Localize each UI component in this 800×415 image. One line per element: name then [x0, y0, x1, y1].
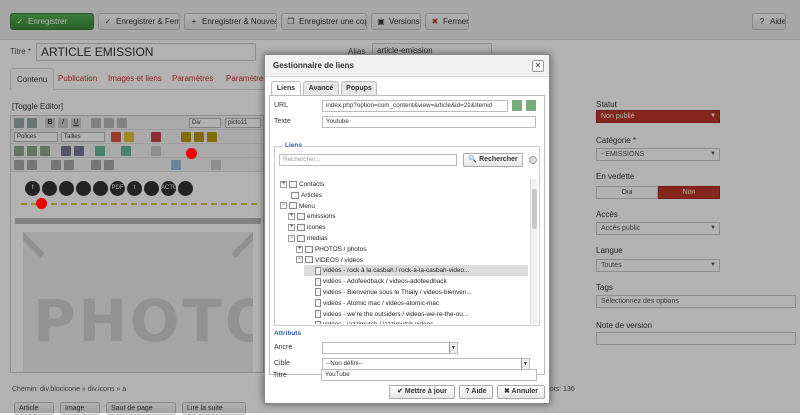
- help-button[interactable]: ? Aide: [459, 385, 493, 399]
- dialog-body: URL index.php?option=com_content&view=ar…: [269, 95, 545, 375]
- link-tree: + Contacts Articles − Menu + emissions + icones −…: [280, 179, 528, 324]
- title-attr-label: Titre: [273, 372, 287, 379]
- text-input[interactable]: Youtube: [322, 116, 536, 128]
- document-icon: [315, 309, 321, 318]
- tree-scrollbar[interactable]: [530, 179, 537, 324]
- tree-item-label: emissions: [307, 213, 336, 221]
- chevron-down-icon: ▼: [449, 343, 457, 353]
- attributes-legend: Attributs: [274, 330, 302, 337]
- tree-item-label: vidéos - Adofeedback / videos-adofeedbac…: [323, 278, 447, 286]
- collapse-icon[interactable]: −: [288, 234, 295, 242]
- document-icon: [315, 320, 321, 324]
- folder-icon: [305, 256, 313, 264]
- folder-icon: [305, 245, 313, 253]
- collapse-icon[interactable]: −: [280, 202, 287, 210]
- tree-item[interactable]: + PHOTOS / photos: [296, 244, 528, 255]
- expand-icon[interactable]: +: [288, 213, 295, 221]
- document-icon: [315, 288, 321, 297]
- close-icon: ✖: [503, 388, 510, 395]
- check-icon: ✔: [397, 388, 403, 395]
- folder-icon: [297, 213, 305, 221]
- tree-item-label: vidéos - rock à la casbah / rock-a-la-ca…: [323, 267, 470, 275]
- email-link-icon[interactable]: [526, 100, 536, 111]
- tree-item[interactable]: vidéos - rock à la casbah / rock-a-la-ca…: [304, 265, 528, 277]
- tree-item-label: PHOTOS / photos: [315, 245, 367, 253]
- tab-links[interactable]: Liens: [271, 81, 301, 96]
- tree-item[interactable]: − Menu: [280, 201, 528, 212]
- tree-item[interactable]: vidéos - Bienvenue sous le Thialy / vide…: [304, 287, 528, 298]
- tree-item[interactable]: − medias: [288, 233, 528, 244]
- red-marker-dot: [186, 148, 197, 159]
- title-attr-input[interactable]: YouTube: [321, 369, 537, 381]
- url-label: URL: [274, 102, 289, 109]
- reset-icon[interactable]: [529, 156, 537, 164]
- folder-icon: [289, 180, 297, 188]
- tab-popups[interactable]: Popups: [341, 81, 377, 95]
- scrollbar-thumb[interactable]: [532, 189, 537, 229]
- tab-advanced[interactable]: Avancé: [303, 81, 339, 95]
- tree-item-label: vidéos - Bienvenue sous le Thialy / vide…: [323, 289, 472, 296]
- document-icon: [315, 277, 321, 286]
- search-icon: 🔍: [468, 156, 478, 163]
- folder-icon: [297, 234, 305, 242]
- url-input[interactable]: index.php?option=com_content&view=articl…: [322, 100, 508, 112]
- expand-icon[interactable]: +: [288, 224, 295, 231]
- folder-icon: [289, 202, 297, 210]
- tree-item-label: icones: [307, 224, 326, 232]
- tree-item-label: vidéos - we're the outsiders / videos-we…: [323, 310, 469, 318]
- anchor-label: Ancre: [274, 344, 293, 351]
- cancel-button[interactable]: ✖ Annuler: [497, 385, 545, 399]
- tree-item-label: medias: [307, 235, 328, 242]
- links-fieldset: Liens Rechercher... 🔍 Rechercher + Contac…: [274, 142, 540, 326]
- tree-item-label: VIDEOS / videos: [315, 256, 363, 264]
- tree-item[interactable]: vidéos - Adofeedback / videos-adofeedbac…: [304, 276, 528, 287]
- expand-icon[interactable]: +: [280, 180, 287, 188]
- tree-item[interactable]: vidéos - Atomic mac / videos-atomic-mac: [304, 298, 528, 309]
- search-button[interactable]: 🔍 Rechercher: [463, 153, 523, 167]
- anchor-select[interactable]: ▼: [322, 342, 458, 354]
- tree-item[interactable]: vidéos - jazzimutsh / jazzimutsh-videos: [304, 319, 528, 324]
- tree-item-label: vidéos - jazzimutsh / jazzimutsh-videos: [323, 321, 433, 324]
- expand-icon[interactable]: +: [296, 245, 303, 253]
- red-marker-dot: [36, 198, 47, 209]
- tree-item[interactable]: − VIDEOS / videos: [296, 255, 528, 266]
- tree-item[interactable]: + icones: [288, 222, 528, 233]
- browse-link-icon[interactable]: [512, 100, 522, 111]
- tree-item-label: vidéos - Atomic mac / videos-atomic-mac: [323, 299, 440, 307]
- document-icon: [315, 266, 321, 275]
- document-icon: [315, 299, 321, 308]
- close-icon[interactable]: ✕: [532, 60, 544, 72]
- help-icon: ?: [465, 388, 470, 395]
- chevron-down-icon: ▼: [521, 359, 529, 369]
- text-label: Texte: [274, 118, 291, 125]
- tree-item-label: Contacts: [299, 181, 325, 188]
- folder-icon: [291, 191, 299, 199]
- tree-item[interactable]: Articles: [280, 190, 528, 201]
- links-legend: Liens: [283, 142, 304, 149]
- tree-item[interactable]: + emissions: [288, 211, 528, 222]
- dialog-title: Gestionnaire de liens: [265, 55, 549, 77]
- folder-icon: [297, 224, 305, 231]
- target-label: Cible: [274, 360, 290, 367]
- search-input[interactable]: Rechercher...: [279, 154, 457, 166]
- tree-item[interactable]: vidéos - we're the outsiders / videos-we…: [304, 309, 528, 320]
- update-button[interactable]: ✔ Mettre à jour: [389, 385, 455, 399]
- tree-item-label: Articles: [301, 191, 322, 199]
- link-manager-dialog: Gestionnaire de liens ✕ Liens Avancé Pop…: [264, 54, 550, 404]
- collapse-icon[interactable]: −: [296, 256, 303, 264]
- tree-item[interactable]: + Contacts: [280, 179, 528, 190]
- tree-item-label: Menu: [299, 202, 315, 210]
